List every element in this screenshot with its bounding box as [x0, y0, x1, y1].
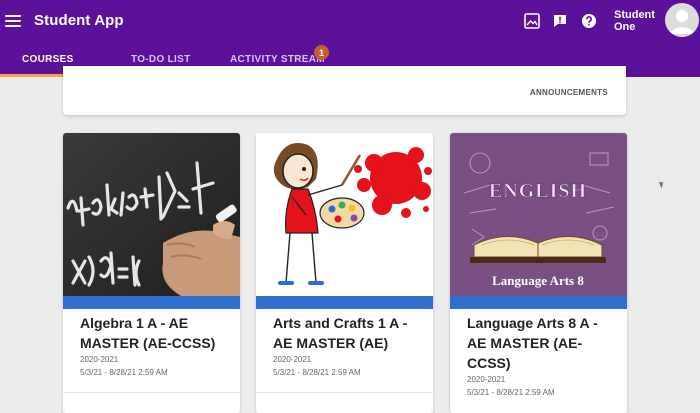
image-banner: Language Arts 8	[492, 273, 584, 288]
announcements-link[interactable]: ANNOUNCEMENTS	[530, 88, 608, 97]
course-title[interactable]: Language Arts 8 A - AE MASTER (AE-CCSS)	[467, 313, 617, 373]
announcements-card: ANNOUNCEMENTS	[63, 66, 626, 115]
user-name[interactable]: Student One	[614, 9, 655, 33]
tab-courses[interactable]: COURSES	[22, 54, 74, 65]
menu-icon[interactable]	[5, 13, 21, 29]
user-name-line1: Student	[614, 9, 655, 21]
course-card-algebra[interactable]: Algebra 1 A - AE MASTER (AE-CCSS) 2020-2…	[63, 133, 240, 413]
card-divider	[63, 392, 240, 393]
tab-activity-stream[interactable]: ACTIVITY STREAM	[230, 54, 325, 65]
avatar-icon	[670, 10, 694, 34]
course-dates: 5/3/21 - 8/28/21 2:59 AM	[80, 368, 168, 377]
avatar[interactable]	[665, 3, 699, 37]
course-card-arts-crafts[interactable]: Arts and Crafts 1 A - AE MASTER (AE) 202…	[256, 133, 433, 413]
help-icon[interactable]	[581, 13, 597, 29]
tab-to-do-list[interactable]: TO-DO LIST	[131, 54, 190, 65]
course-title[interactable]: Algebra 1 A - AE MASTER (AE-CCSS)	[80, 313, 230, 353]
mouse-cursor	[658, 180, 666, 189]
activity-badge: 1	[314, 45, 329, 60]
course-color-bar	[63, 296, 240, 309]
user-name-line2: One	[614, 21, 636, 33]
course-image-language-arts: ENGLISH Language Arts 8	[450, 133, 627, 296]
course-card-language-arts[interactable]: ENGLISH Language Arts 8 Language Arts 8 …	[450, 133, 627, 413]
card-divider	[256, 392, 433, 393]
course-image-algebra	[63, 133, 240, 296]
course-dates: 5/3/21 - 8/28/21 2:59 AM	[273, 368, 361, 377]
course-image-arts	[256, 133, 433, 296]
course-dates: 5/3/21 - 8/28/21 2:59 AM	[467, 388, 555, 397]
course-year: 2020-2021	[467, 375, 506, 384]
alert-icon[interactable]	[552, 13, 568, 29]
course-year: 2020-2021	[273, 355, 312, 364]
image-word: ENGLISH	[489, 180, 587, 202]
course-color-bar	[256, 296, 433, 309]
app-title: Student App	[34, 12, 124, 29]
course-color-bar	[450, 296, 627, 309]
course-title[interactable]: Arts and Crafts 1 A - AE MASTER (AE)	[273, 313, 423, 353]
course-year: 2020-2021	[80, 355, 119, 364]
gallery-icon[interactable]	[524, 13, 540, 29]
